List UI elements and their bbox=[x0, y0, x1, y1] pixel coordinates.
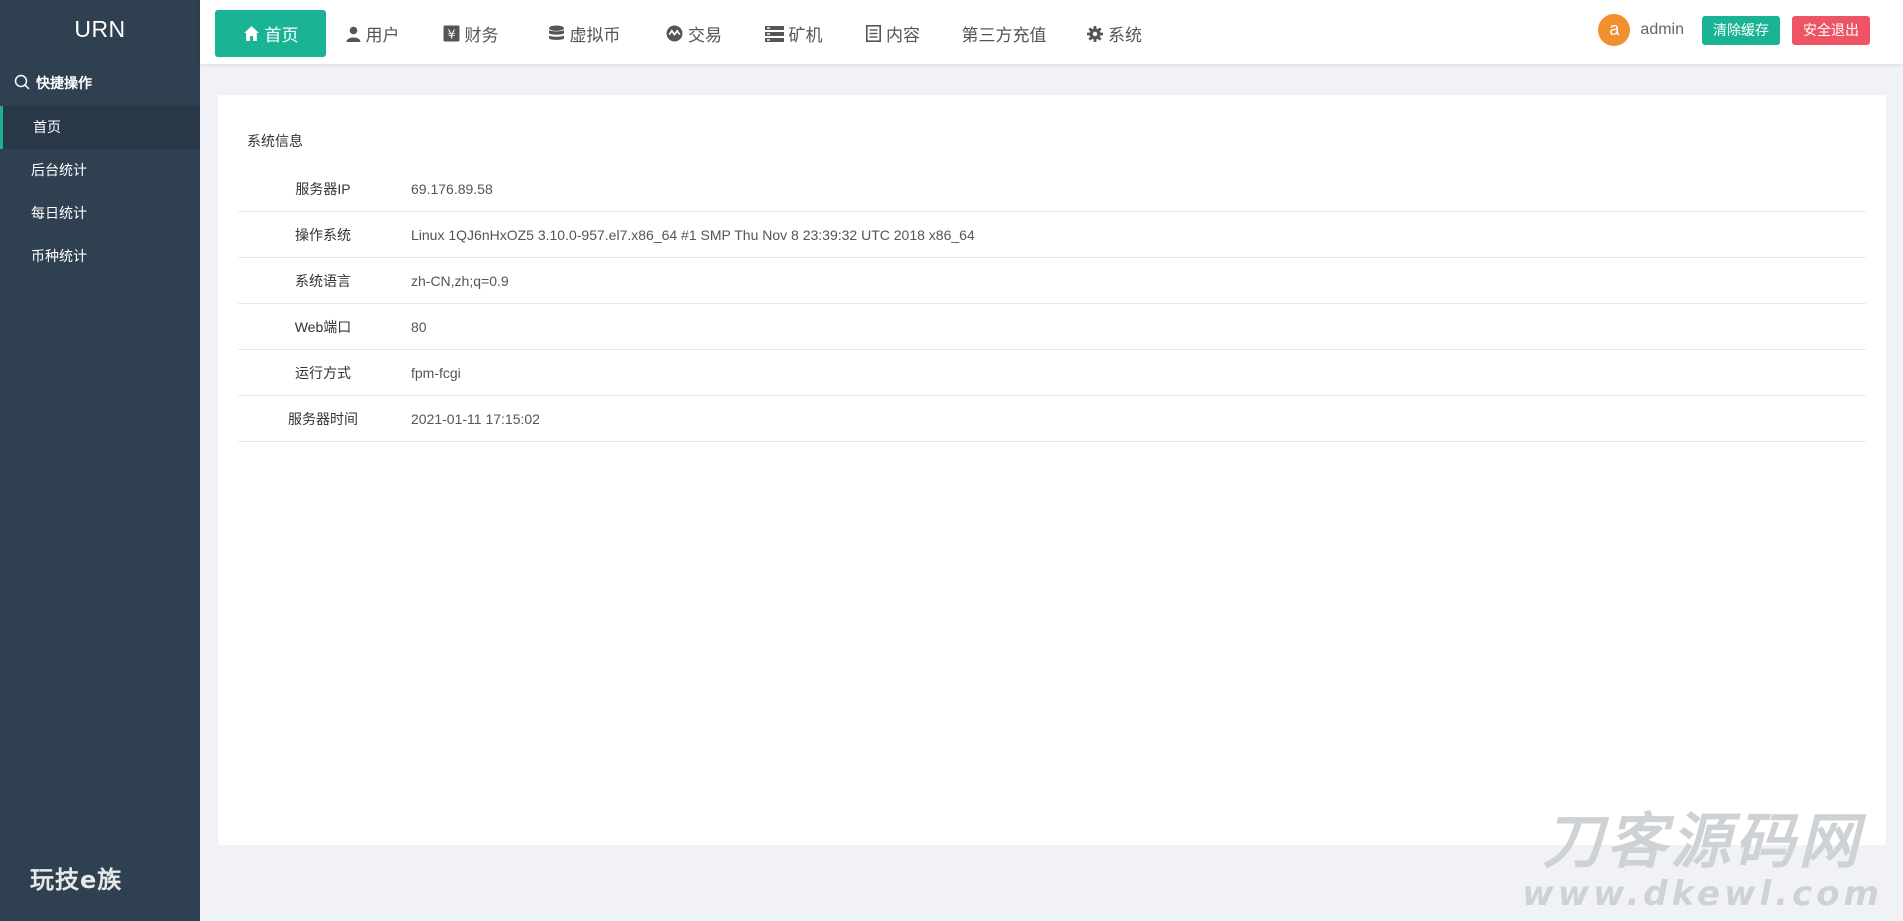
table-row: 服务器时间 2021-01-11 17:15:02 bbox=[238, 396, 1866, 442]
top-navbar: 首页 用户 ¥ 财务 虚拟币 交易 矿机 内容 第三方充值 系统 a admin… bbox=[200, 0, 1903, 64]
nav-tab-label: 内容 bbox=[886, 26, 920, 45]
nav-tab-label: 矿机 bbox=[788, 26, 823, 45]
row-value: 2021-01-11 17:15:02 bbox=[411, 410, 540, 427]
user-area: a admin 清除缓存 安全退出 bbox=[1598, 14, 1870, 46]
sidebar-item-label: 后台统计 bbox=[31, 162, 87, 178]
document-icon bbox=[866, 25, 881, 42]
main-nav: 首页 用户 ¥ 财务 虚拟币 交易 矿机 内容 第三方充值 系统 bbox=[215, 10, 1162, 57]
svg-text:¥: ¥ bbox=[447, 27, 455, 42]
nav-tab-finance[interactable]: ¥ 财务 bbox=[419, 10, 522, 57]
row-value: zh-CN,zh;q=0.9 bbox=[411, 272, 509, 289]
sidebar-item-daily-stats[interactable]: 每日统计 bbox=[0, 192, 200, 235]
table-row: 服务器IP 69.176.89.58 bbox=[238, 166, 1866, 212]
sidebar-item-label: 首页 bbox=[33, 119, 61, 135]
database-icon bbox=[548, 25, 565, 42]
row-label: 运行方式 bbox=[295, 364, 351, 381]
nav-tab-miners[interactable]: 矿机 bbox=[742, 10, 845, 57]
sidebar-item-home[interactable]: 首页 bbox=[0, 106, 200, 149]
nav-tab-users[interactable]: 用户 bbox=[326, 10, 419, 57]
clear-cache-button[interactable]: 清除缓存 bbox=[1702, 15, 1780, 45]
watermark-url: www.dkewl.com bbox=[1522, 874, 1883, 914]
home-icon bbox=[243, 25, 260, 42]
table-row: 操作系统 Linux 1QJ6nHxOZ5 3.10.0-957.el7.x86… bbox=[238, 212, 1866, 258]
sidebar-item-backend-stats[interactable]: 后台统计 bbox=[0, 149, 200, 192]
row-value: Linux 1QJ6nHxOZ5 3.10.0-957.el7.x86_64 #… bbox=[411, 226, 975, 243]
row-label: 系统语言 bbox=[295, 272, 351, 289]
watermark: 刀客源码网 www.dkewl.com bbox=[1522, 809, 1883, 913]
sidebar-item-currency-stats[interactable]: 币种统计 bbox=[0, 235, 200, 278]
sidebar-item-label: 币种统计 bbox=[31, 248, 87, 264]
search-icon bbox=[14, 74, 36, 93]
section-title: 系统信息 bbox=[247, 133, 303, 149]
sidebar-item-label: 每日统计 bbox=[31, 205, 87, 221]
nav-tab-label: 交易 bbox=[688, 26, 722, 45]
nav-tab-third-party-recharge[interactable]: 第三方充值 bbox=[941, 10, 1067, 57]
system-info-table: 服务器IP 69.176.89.58 操作系统 Linux 1QJ6nHxOZ5… bbox=[238, 166, 1866, 442]
row-value: fpm-fcgi bbox=[411, 364, 461, 381]
row-value: 69.176.89.58 bbox=[411, 180, 493, 197]
brand-logo: 玩技e族 bbox=[30, 866, 123, 894]
sidebar: URN 快捷操作 首页 后台统计 每日统计 币种统计 玩技e族 bbox=[0, 0, 200, 921]
row-label: 服务器IP bbox=[295, 180, 351, 197]
table-row: 运行方式 fpm-fcgi bbox=[238, 350, 1866, 396]
server-icon bbox=[764, 25, 784, 42]
quick-actions-header[interactable]: 快捷操作 bbox=[0, 60, 200, 106]
table-row: 系统语言 zh-CN,zh;q=0.9 bbox=[238, 258, 1866, 304]
nav-tab-label: 第三方充值 bbox=[961, 26, 1047, 45]
row-label: 操作系统 bbox=[295, 226, 351, 243]
watermark-title: 刀客源码网 bbox=[1542, 807, 1863, 877]
nav-tab-crypto[interactable]: 虚拟币 bbox=[522, 10, 646, 57]
nav-tab-label: 用户 bbox=[365, 26, 400, 45]
user-icon bbox=[346, 26, 361, 42]
avatar[interactable]: a bbox=[1598, 14, 1631, 46]
nav-tab-home[interactable]: 首页 bbox=[215, 10, 326, 57]
nav-tab-label: 财务 bbox=[464, 26, 499, 45]
nav-tab-label: 系统 bbox=[1108, 26, 1142, 45]
nav-tab-system[interactable]: 系统 bbox=[1067, 10, 1162, 57]
logout-button[interactable]: 安全退出 bbox=[1792, 15, 1870, 45]
nav-tab-label: 虚拟币 bbox=[569, 26, 621, 45]
system-info-card: 系统信息 服务器IP 69.176.89.58 操作系统 Linux 1QJ6n… bbox=[218, 95, 1886, 845]
nav-tab-trade[interactable]: 交易 bbox=[646, 10, 742, 57]
quick-actions-label: 快捷操作 bbox=[36, 75, 92, 91]
username[interactable]: admin bbox=[1640, 21, 1684, 39]
app-title: URN bbox=[74, 16, 126, 42]
yen-icon: ¥ bbox=[443, 25, 460, 42]
row-label: 服务器时间 bbox=[288, 410, 358, 427]
gear-icon bbox=[1087, 25, 1103, 42]
row-label: Web端口 bbox=[294, 318, 352, 335]
table-row: Web端口 80 bbox=[238, 304, 1866, 350]
nav-tab-label: 首页 bbox=[264, 26, 299, 45]
nav-tab-content[interactable]: 内容 bbox=[845, 10, 941, 57]
row-value: 80 bbox=[411, 318, 427, 335]
exchange-icon bbox=[666, 25, 683, 42]
